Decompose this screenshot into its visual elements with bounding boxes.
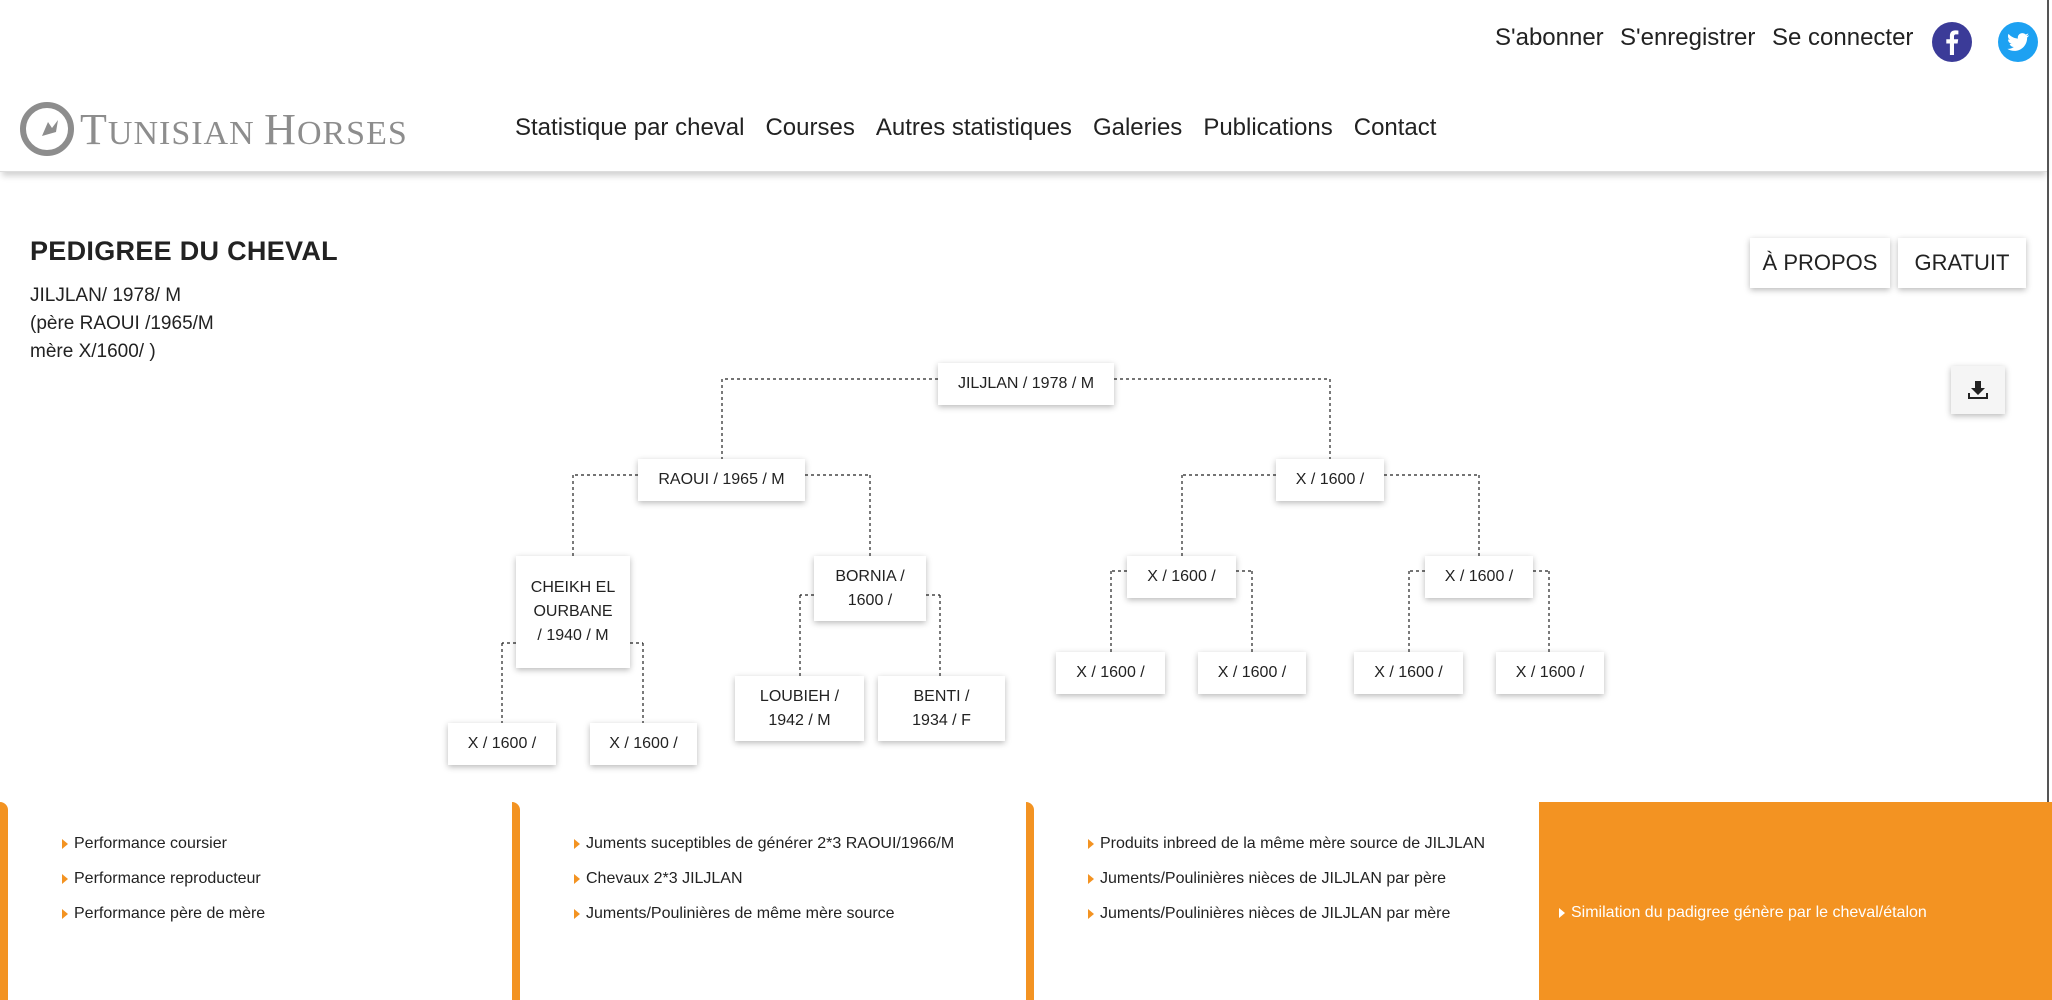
caret-right-icon [1088, 908, 1094, 919]
page-edge-line [2047, 0, 2049, 900]
caret-right-icon [1088, 838, 1094, 849]
footer-link-label: Produits inbreed de la même mère source … [1100, 834, 1486, 852]
stats-footer: Performance coursier Performance reprodu… [0, 802, 2052, 1000]
caret-right-icon [62, 838, 68, 849]
footer-link-label: Juments suceptibles de générer 2*3 RAOUI… [586, 834, 955, 852]
pedigree-node-ss-dam[interactable]: X / 1600 / [590, 723, 697, 765]
horse-info-line-2: (père RAOUI /1965/M [30, 313, 214, 334]
footer-link-label: Chevaux 2*3 JILJLAN [586, 869, 743, 887]
logo-letter-t: T [80, 104, 108, 154]
pedigree-node-ds-sire[interactable]: X / 1600 / [1056, 652, 1165, 694]
footer-link-label: Performance père de mère [74, 904, 266, 922]
pedigree-node-dd-dam[interactable]: X / 1600 / [1496, 652, 1604, 694]
nav-other-stats[interactable]: Autres statistiques [876, 114, 1072, 142]
pedigree-node-sire-dam[interactable]: BORNIA / 1600 / [814, 556, 926, 621]
footer-link-produits-inbreed[interactable]: Produits inbreed de la même mère source … [1088, 826, 1485, 861]
logo-letter-h: H [264, 104, 297, 154]
pedigree-node-root[interactable]: JILJLAN / 1978 / M [938, 363, 1114, 405]
footer-link-meme-mere-source[interactable]: Juments/Poulinières de même mère source [574, 896, 954, 931]
nav-races[interactable]: Courses [765, 114, 854, 142]
footer-accent-bar [512, 802, 520, 1000]
footer-link-nieces-par-pere[interactable]: Juments/Poulinières nièces de JILJLAN pa… [1088, 861, 1485, 896]
pedigree-node-sire-sire[interactable]: CHEIKH EL OURBANE / 1940 / M [516, 556, 630, 668]
footer-accent-bar [1026, 802, 1034, 1000]
pedigree-node-dam[interactable]: X / 1600 / [1276, 459, 1384, 501]
horse-info-line-3: mère X/1600/ ) [30, 341, 156, 362]
footer-link-performance-pere-de-mere[interactable]: Performance père de mère [62, 896, 265, 931]
logo-text: TUNISIAN HORSES [80, 104, 408, 155]
top-bar: S'abonner S'enregistrer Se connecter [0, 0, 2052, 84]
footer-link-label: Juments/Poulinières de même mère source [586, 904, 895, 922]
footer-list-1: Performance coursier Performance reprodu… [62, 826, 265, 931]
download-button[interactable] [1951, 366, 2005, 414]
nav-galleries[interactable]: Galeries [1093, 114, 1182, 142]
footer-link-label: Juments/Poulinières nièces de JILJLAN pa… [1100, 904, 1451, 922]
footer-column-1: Performance coursier Performance reprodu… [0, 802, 512, 1000]
facebook-logo [1932, 22, 1972, 62]
logo-word-unisian: UNISIAN [107, 114, 265, 152]
footer-list-3: Produits inbreed de la même mère source … [1088, 826, 1485, 931]
footer-link-nieces-par-mere[interactable]: Juments/Poulinières nièces de JILJLAN pa… [1088, 896, 1485, 931]
pedigree-node-ds-dam[interactable]: X / 1600 / [1198, 652, 1306, 694]
twitter-logo [1998, 22, 2038, 62]
caret-right-icon [574, 838, 580, 849]
about-button[interactable]: À PROPOS [1750, 238, 1890, 288]
caret-right-icon [1088, 873, 1094, 884]
subscribe-link[interactable]: S'abonner [1495, 24, 1604, 52]
footer-accent-bar [0, 802, 8, 1000]
pedigree-node-dd-sire[interactable]: X / 1600 / [1354, 652, 1463, 694]
horse-logo-icon [20, 102, 74, 156]
pedigree-node-sd-sire[interactable]: LOUBIEH / 1942 / M [735, 676, 864, 741]
page-title: PEDIGREE DU CHEVAL [30, 236, 338, 266]
footer-link-label: Similation du padigree génère par le che… [1571, 904, 1927, 921]
main-nav: Statistique par cheval Courses Autres st… [515, 114, 1457, 142]
nav-stats-per-horse[interactable]: Statistique par cheval [515, 114, 744, 142]
pedigree-node-ss-sire[interactable]: X / 1600 / [448, 723, 556, 765]
site-logo[interactable]: TUNISIAN HORSES [20, 101, 408, 157]
footer-link-juments-2x3[interactable]: Juments suceptibles de générer 2*3 RAOUI… [574, 826, 954, 861]
register-link[interactable]: S'enregistrer [1620, 24, 1755, 52]
nav-publications[interactable]: Publications [1203, 114, 1332, 142]
footer-column-3: Produits inbreed de la même mère source … [1026, 802, 1539, 1000]
caret-right-icon [1559, 908, 1565, 918]
caret-right-icon [62, 908, 68, 919]
pedigree-node-dam-dam[interactable]: X / 1600 / [1425, 556, 1533, 598]
caret-right-icon [574, 908, 580, 919]
main-header: TUNISIAN HORSES Statistique par cheval C… [0, 84, 2048, 172]
pedigree-node-dam-sire[interactable]: X / 1600 / [1127, 556, 1236, 598]
footer-link-label: Performance coursier [74, 834, 227, 852]
facebook-icon[interactable] [1932, 22, 1972, 62]
download-icon [1968, 381, 1988, 399]
free-button[interactable]: GRATUIT [1898, 238, 2026, 288]
footer-list-2: Juments suceptibles de générer 2*3 RAOUI… [574, 826, 954, 931]
footer-link-simulation-pedigree[interactable]: Similation du padigree génère par le che… [1559, 904, 1927, 922]
caret-right-icon [574, 873, 580, 884]
footer-link-performance-coursier[interactable]: Performance coursier [62, 826, 265, 861]
caret-right-icon [62, 873, 68, 884]
footer-link-chevaux-2x3[interactable]: Chevaux 2*3 JILJLAN [574, 861, 954, 896]
horse-info: JILJLAN/ 1978/ M (père RAOUI /1965/M mèr… [30, 282, 214, 366]
footer-column-2: Juments suceptibles de générer 2*3 RAOUI… [512, 802, 1026, 1000]
footer-column-4: Similation du padigree génère par le che… [1539, 802, 2052, 1000]
horse-info-line-1: JILJLAN/ 1978/ M [30, 285, 182, 306]
twitter-icon[interactable] [1998, 22, 2038, 62]
footer-link-label: Performance reproducteur [74, 869, 261, 887]
login-link[interactable]: Se connecter [1772, 24, 1913, 52]
nav-contact[interactable]: Contact [1354, 114, 1437, 142]
pedigree-node-sire[interactable]: RAOUI / 1965 / M [638, 459, 805, 501]
pedigree-node-sd-dam[interactable]: BENTI / 1934 / F [878, 676, 1005, 741]
footer-link-performance-reproducteur[interactable]: Performance reproducteur [62, 861, 265, 896]
footer-link-label: Juments/Poulinières nièces de JILJLAN pa… [1100, 869, 1446, 887]
logo-word-orses: ORSES [296, 114, 408, 152]
